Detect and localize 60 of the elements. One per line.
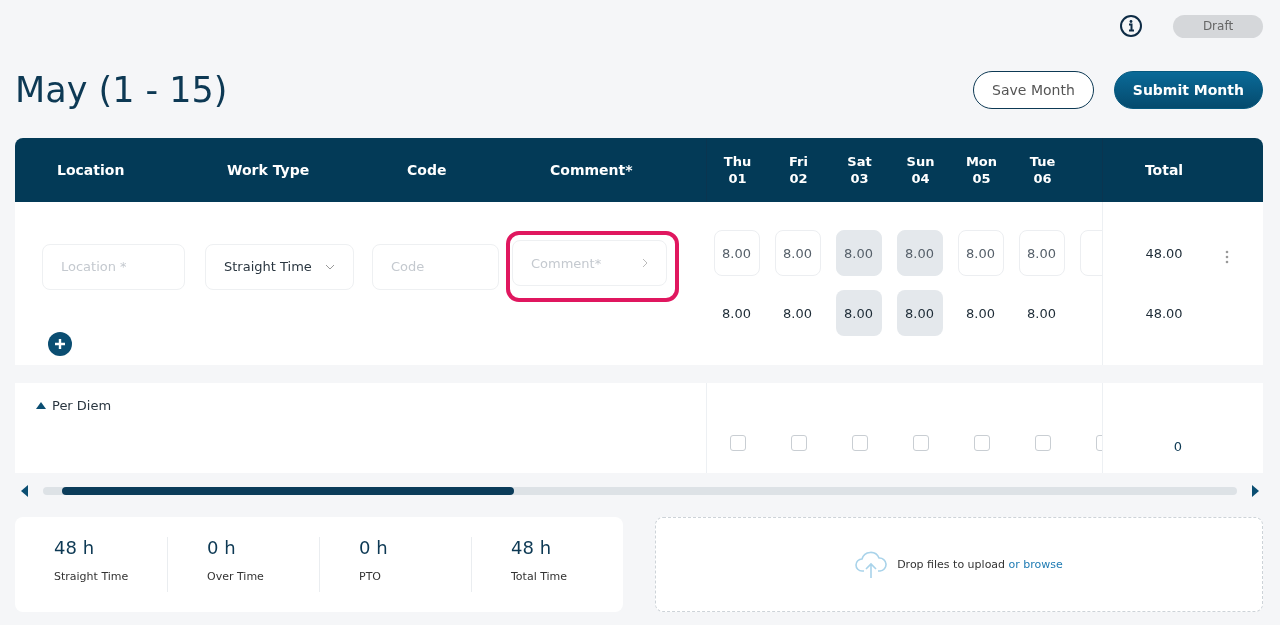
day-total: 8.00 [721, 304, 752, 323]
upload-text: Drop files to upload or browse [897, 558, 1063, 571]
day-total: 8.00 [835, 290, 882, 336]
day-header: Fri 02 [789, 153, 808, 187]
stat-label: Over Time [207, 570, 265, 583]
section-label: Per Diem [52, 398, 112, 413]
checkbox[interactable] [912, 435, 929, 451]
scroll-thumb[interactable] [62, 487, 514, 495]
checkbox[interactable] [790, 435, 807, 451]
row-total: 48.00 [1145, 244, 1183, 263]
day-header: Sat 03 [847, 153, 872, 187]
add-row-button[interactable] [48, 332, 72, 356]
day-total: 8.00 [782, 304, 813, 323]
day-header: Sun 04 [906, 153, 935, 187]
checkbox[interactable] [851, 435, 868, 451]
upload-dropzone[interactable]: Drop files to upload or browse [655, 517, 1263, 612]
day-total: 8.00 [965, 304, 996, 323]
column-header: Location [57, 162, 126, 178]
page-title: May (1 - 15) [15, 70, 228, 110]
hours-field[interactable]: 8.00 [957, 230, 1004, 276]
chevron-right-icon [642, 258, 648, 268]
info-icon[interactable] [1119, 14, 1143, 38]
checkbox[interactable] [973, 435, 990, 451]
stat-label: Total Time [511, 570, 569, 583]
scroll-left-icon[interactable] [21, 485, 29, 497]
stat-value: 48 h [511, 537, 553, 558]
stat-label: PTO [359, 570, 382, 583]
checkbox[interactable] [1034, 435, 1051, 451]
hours-field[interactable]: 8.00 [835, 230, 882, 276]
per-diem-total: 0 [1173, 439, 1183, 456]
day-total: 8.00 [1026, 304, 1057, 323]
hours-field[interactable]: 8.00 [896, 230, 943, 276]
stat-value: 0 h [207, 537, 237, 558]
stat-label: Straight Time [54, 570, 130, 583]
day-header: Thu 01 [723, 153, 752, 187]
work-type-select[interactable]: Straight Time [205, 243, 354, 290]
more-icon[interactable] [1225, 250, 1229, 264]
plus-icon [54, 338, 66, 350]
submit-button[interactable]: Submit Month [1113, 71, 1263, 109]
browse-link[interactable]: or browse [1008, 558, 1063, 571]
day-total: 8.00 [896, 290, 943, 336]
grand-total: 48.00 [1145, 304, 1183, 323]
stat-value: 48 h [54, 537, 96, 558]
hours-field[interactable]: 8.00 [774, 230, 821, 276]
chevron-down-icon [325, 263, 335, 270]
status-badge: Draft [1173, 14, 1263, 38]
column-header: Work Type [227, 162, 311, 178]
save-button[interactable]: Save Month [973, 71, 1094, 109]
hours-field[interactable]: 8.00 [713, 230, 760, 276]
column-header: Total [1144, 162, 1184, 178]
hours-field[interactable]: 8.00 [1018, 230, 1065, 276]
day-header: Tue 06 [1029, 153, 1056, 187]
stat-value: 0 h [359, 537, 389, 558]
column-header: Comment* [550, 162, 634, 178]
caret-up-icon[interactable] [35, 401, 47, 410]
cloud-upload-icon [855, 550, 888, 579]
checkbox[interactable] [729, 435, 746, 451]
column-header: Code [407, 162, 448, 178]
scroll-right-icon[interactable] [1251, 485, 1259, 497]
day-header: Mon 05 [965, 153, 998, 187]
